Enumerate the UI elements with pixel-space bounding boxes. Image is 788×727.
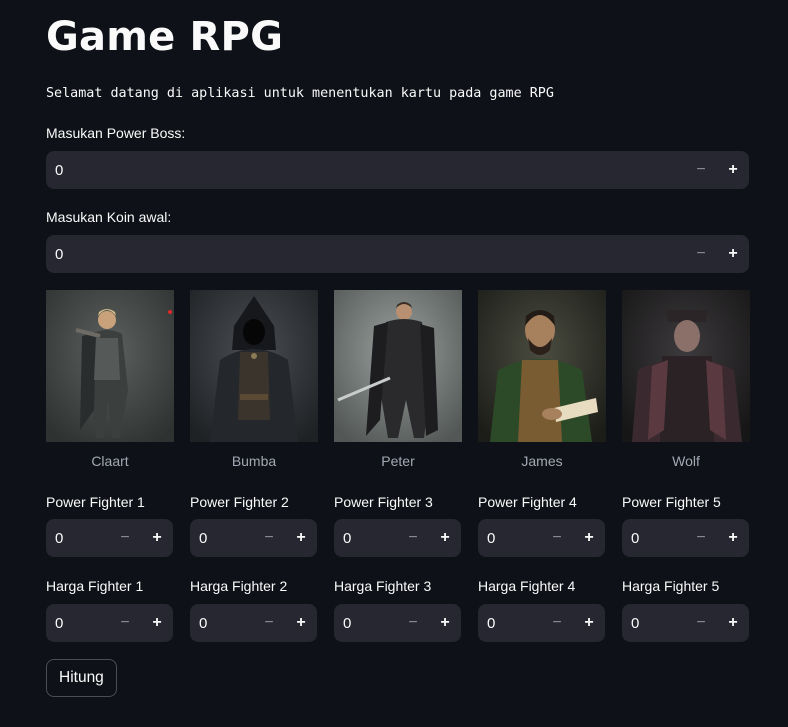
price-fighter-4-value[interactable]: 0 [478,615,541,632]
power-fighter-5-value[interactable]: 0 [622,530,685,547]
fighter-portrait-james [478,290,606,442]
boss-power-increment-button[interactable]: + [717,151,749,189]
coin-label: Masukan Koin awal: [46,209,172,225]
price-fighter-4-increment-button[interactable]: + [573,604,605,642]
price-fighter-1-increment-button[interactable]: + [141,604,173,642]
power-fighter-2-input: 0 − + [190,519,317,557]
power-fighter-2-label: Power Fighter 2 [190,494,289,510]
price-fighter-2-decrement-button[interactable]: − [253,604,285,642]
power-fighter-1-decrement-button[interactable]: − [109,519,141,557]
fighter-portrait-peter [334,290,462,442]
price-fighter-3-value[interactable]: 0 [334,615,397,632]
price-fighter-4-label: Harga Fighter 4 [478,578,576,594]
power-fighter-5-label: Power Fighter 5 [622,494,721,510]
power-fighter-5-input: 0 − + [622,519,749,557]
power-fighter-1-input: 0 − + [46,519,173,557]
power-fighter-3-value[interactable]: 0 [334,530,397,547]
price-fighter-5-decrement-button[interactable]: − [685,604,717,642]
power-fighter-1-increment-button[interactable]: + [141,519,173,557]
coin-value[interactable]: 0 [46,246,685,263]
power-fighter-4-increment-button[interactable]: + [573,519,605,557]
power-fighter-5-decrement-button[interactable]: − [685,519,717,557]
power-fighter-4-decrement-button[interactable]: − [541,519,573,557]
fighter-portrait-bumba [190,290,318,442]
power-fighter-2-increment-button[interactable]: + [285,519,317,557]
power-fighter-4-label: Power Fighter 4 [478,494,577,510]
fighter-name-3: Peter [381,453,415,469]
power-fighter-3-increment-button[interactable]: + [429,519,461,557]
price-fighter-2-value[interactable]: 0 [190,615,253,632]
price-fighter-2-label: Harga Fighter 2 [190,578,288,594]
fighter-name-2: Bumba [231,453,277,469]
fighter-portrait-wolf [622,290,750,442]
price-fighter-1-label: Harga Fighter 1 [46,578,144,594]
hitung-button[interactable]: Hitung [46,659,117,697]
price-fighter-5-value[interactable]: 0 [622,615,685,632]
power-fighter-4-input: 0 − + [478,519,605,557]
price-fighter-5-input: 0 − + [622,604,749,642]
power-fighter-1-value[interactable]: 0 [46,530,109,547]
power-fighter-5-increment-button[interactable]: + [717,519,749,557]
fighter-name-4: James [521,453,563,469]
price-fighter-3-input: 0 − + [334,604,461,642]
price-fighter-1-value[interactable]: 0 [46,615,109,632]
price-fighter-3-increment-button[interactable]: + [429,604,461,642]
fighter-card-1: Claart [46,290,174,469]
boss-power-label: Masukan Power Boss: [46,125,186,141]
page-title: Game RPG [46,14,284,60]
fighter-name-1: Claart [91,453,129,469]
power-fighter-1-label: Power Fighter 1 [46,494,145,510]
power-fighter-3-label: Power Fighter 3 [334,494,433,510]
price-fighter-3-decrement-button[interactable]: − [397,604,429,642]
price-fighter-4-input: 0 − + [478,604,605,642]
price-fighter-2-input: 0 − + [190,604,317,642]
power-fighter-3-decrement-button[interactable]: − [397,519,429,557]
price-fighter-5-label: Harga Fighter 5 [622,578,720,594]
power-fighter-2-decrement-button[interactable]: − [253,519,285,557]
fighter-card-5: Wolf [622,290,750,469]
coin-increment-button[interactable]: + [717,235,749,273]
intro-text: Selamat datang di aplikasi untuk menentu… [46,86,554,101]
boss-power-decrement-button[interactable]: − [685,151,717,189]
fighter-card-2: Bumba [190,290,318,469]
price-fighter-4-decrement-button[interactable]: − [541,604,573,642]
fighter-card-4: James [478,290,606,469]
price-fighter-2-increment-button[interactable]: + [285,604,317,642]
fighter-portrait-claart [46,290,174,442]
coin-input: 0 − + [46,235,749,273]
power-fighter-4-value[interactable]: 0 [478,530,541,547]
coin-decrement-button[interactable]: − [685,235,717,273]
boss-power-value[interactable]: 0 [46,162,685,179]
price-fighter-1-decrement-button[interactable]: − [109,604,141,642]
fighter-name-5: Wolf [672,453,700,469]
price-fighter-5-increment-button[interactable]: + [717,604,749,642]
boss-power-input: 0 − + [46,151,749,189]
power-fighter-3-input: 0 − + [334,519,461,557]
fighter-card-3: Peter [334,290,462,469]
power-fighter-2-value[interactable]: 0 [190,530,253,547]
app-page: Game RPG Selamat datang di aplikasi untu… [0,0,788,727]
price-fighter-1-input: 0 − + [46,604,173,642]
price-fighter-3-label: Harga Fighter 3 [334,578,432,594]
